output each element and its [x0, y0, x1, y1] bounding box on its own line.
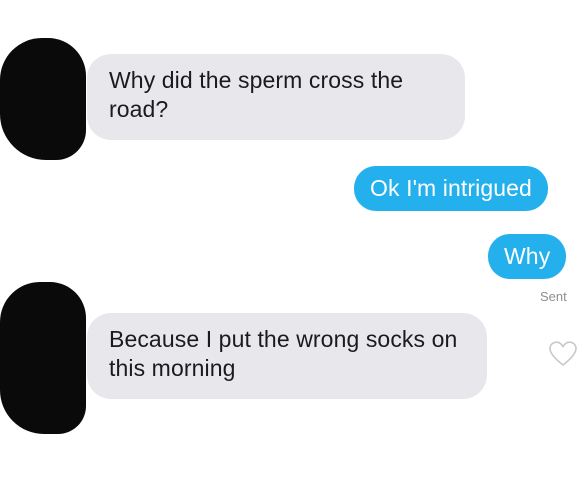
redacted-avatar-1 [0, 38, 86, 160]
message-incoming: Because I put the wrong socks on this mo… [87, 313, 487, 399]
heart-outline-icon[interactable] [548, 340, 578, 368]
message-text: Why [504, 243, 551, 269]
message-text: Ok I'm intrigued [370, 175, 532, 201]
message-outgoing: Ok I'm intrigued [354, 166, 548, 211]
message-outgoing: Why [488, 234, 567, 279]
message-text: Because I put the wrong socks on this mo… [109, 326, 458, 381]
delivery-status: Sent [540, 289, 567, 304]
message-text: Why did the sperm cross the road? [109, 67, 404, 122]
redacted-avatar-2 [0, 282, 86, 434]
message-incoming: Why did the sperm cross the road? [87, 54, 465, 140]
